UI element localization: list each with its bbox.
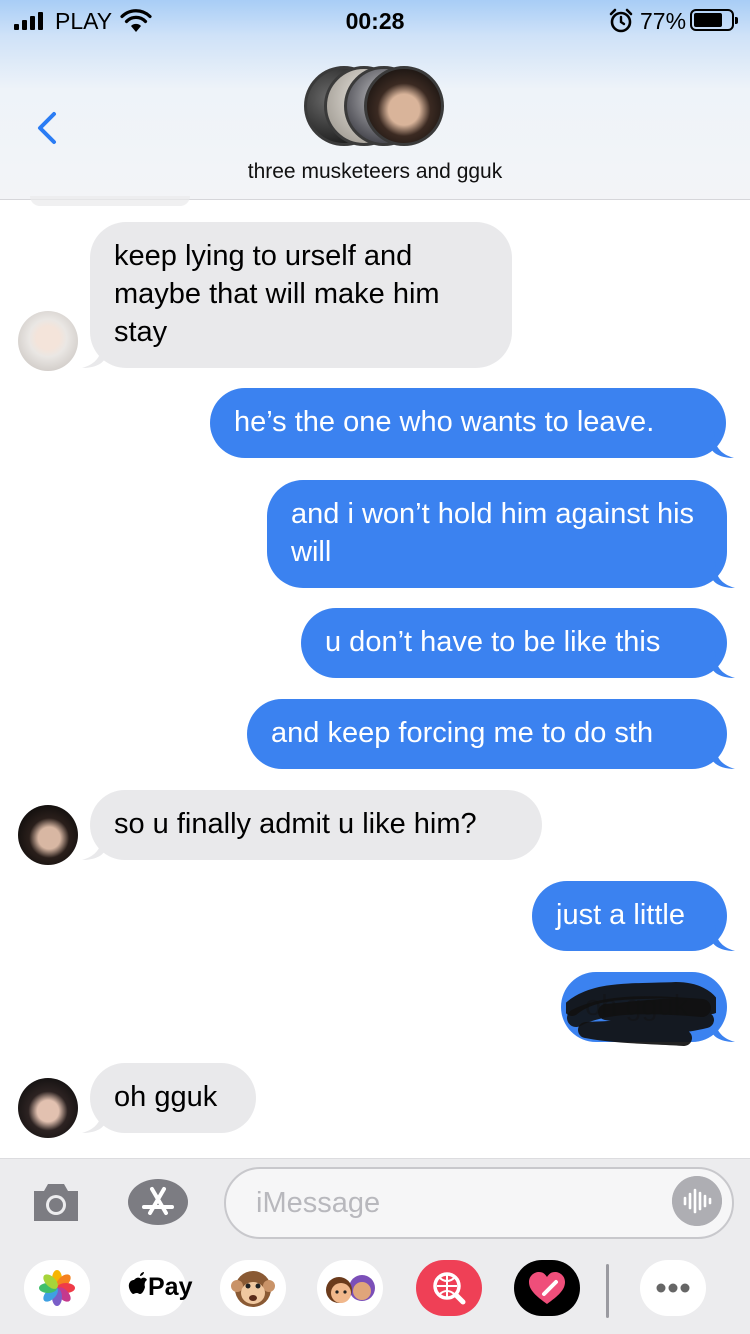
bubble-tail: [711, 652, 735, 678]
message-bubble-outgoing[interactable]: and i won’t hold him against his will: [267, 480, 735, 588]
bubble-tail: [82, 342, 106, 368]
camera-icon[interactable]: [30, 1179, 82, 1225]
redaction-scribble: [566, 982, 716, 1046]
imessage-app-drawer: Pay: [0, 1246, 750, 1334]
message-input-bar: [0, 1158, 750, 1246]
animoji-icon[interactable]: [220, 1260, 286, 1316]
apple-pay-icon[interactable]: Pay: [120, 1260, 192, 1316]
message-bubble-outgoing[interactable]: just a little: [532, 881, 735, 951]
message-text: just a little: [556, 899, 685, 931]
battery-nub: [735, 17, 738, 24]
message-bubble-outgoing[interactable]: he’s the one who wants to leave.: [210, 388, 734, 458]
app-store-icon[interactable]: [126, 1177, 190, 1227]
message-bubble-incoming[interactable]: so u finally admit u like him?: [82, 790, 542, 860]
message-bubble-outgoing[interactable]: u don’t have to be like this: [301, 608, 735, 678]
bubble-tail: [82, 834, 106, 860]
photos-icon[interactable]: [24, 1260, 90, 1316]
message-bubble-incoming[interactable]: keep lying to urself and maybe that will…: [82, 222, 512, 368]
previous-message-edge: [30, 196, 190, 206]
status-time: 00:28: [345, 8, 405, 34]
back-chevron-icon[interactable]: [30, 108, 66, 148]
bubble-tail: [710, 432, 734, 458]
message-text: so u finally admit u like him?: [114, 808, 477, 840]
bubble-tail: [82, 1107, 106, 1133]
message-bubble-outgoing[interactable]: and keep forcing me to do sth: [247, 699, 735, 769]
message-text: and i won’t hold him against his will: [291, 498, 695, 568]
alarm-clock-icon: [609, 8, 633, 33]
sender-avatar-dark-hair-2[interactable]: [18, 1078, 78, 1138]
digital-touch-icon[interactable]: [514, 1260, 580, 1316]
message-text: he’s the one who wants to leave.: [234, 406, 655, 438]
drawer-divider: [606, 1264, 609, 1318]
battery-percent: 77%: [640, 8, 687, 34]
web-search-icon[interactable]: [416, 1260, 482, 1316]
group-avatar-4: [364, 66, 444, 146]
more-icon[interactable]: [640, 1260, 706, 1316]
conversation-title[interactable]: three musketeers and gguk: [0, 160, 750, 184]
bubble-tail: [711, 562, 735, 588]
sender-avatar-light-hair[interactable]: [18, 311, 78, 371]
message-bubble-incoming[interactable]: oh gguk: [82, 1063, 256, 1133]
message-text: keep lying to urself and maybe that will…: [114, 240, 440, 348]
bubble-tail: [711, 743, 735, 769]
audio-message-icon[interactable]: [672, 1176, 722, 1226]
message-text: oh gguk: [114, 1081, 218, 1113]
bubble-tail: [711, 925, 735, 951]
message-text: u don’t have to be like this: [325, 626, 661, 658]
memoji-icon[interactable]: [317, 1260, 383, 1316]
imessage-input[interactable]: [224, 1167, 734, 1239]
conversation-header: PLAY 00:28 77% three musketeers and gguk: [0, 0, 750, 200]
status-bar: PLAY 00:28 77%: [0, 0, 750, 40]
battery-icon: [690, 9, 738, 31]
group-avatar-stack[interactable]: [304, 66, 448, 148]
battery-level-fill: [694, 13, 722, 27]
apple-pay-label: Pay: [148, 1273, 193, 1301]
message-text: and keep forcing me to do sth: [271, 717, 654, 749]
sender-avatar-dark-hair[interactable]: [18, 805, 78, 865]
